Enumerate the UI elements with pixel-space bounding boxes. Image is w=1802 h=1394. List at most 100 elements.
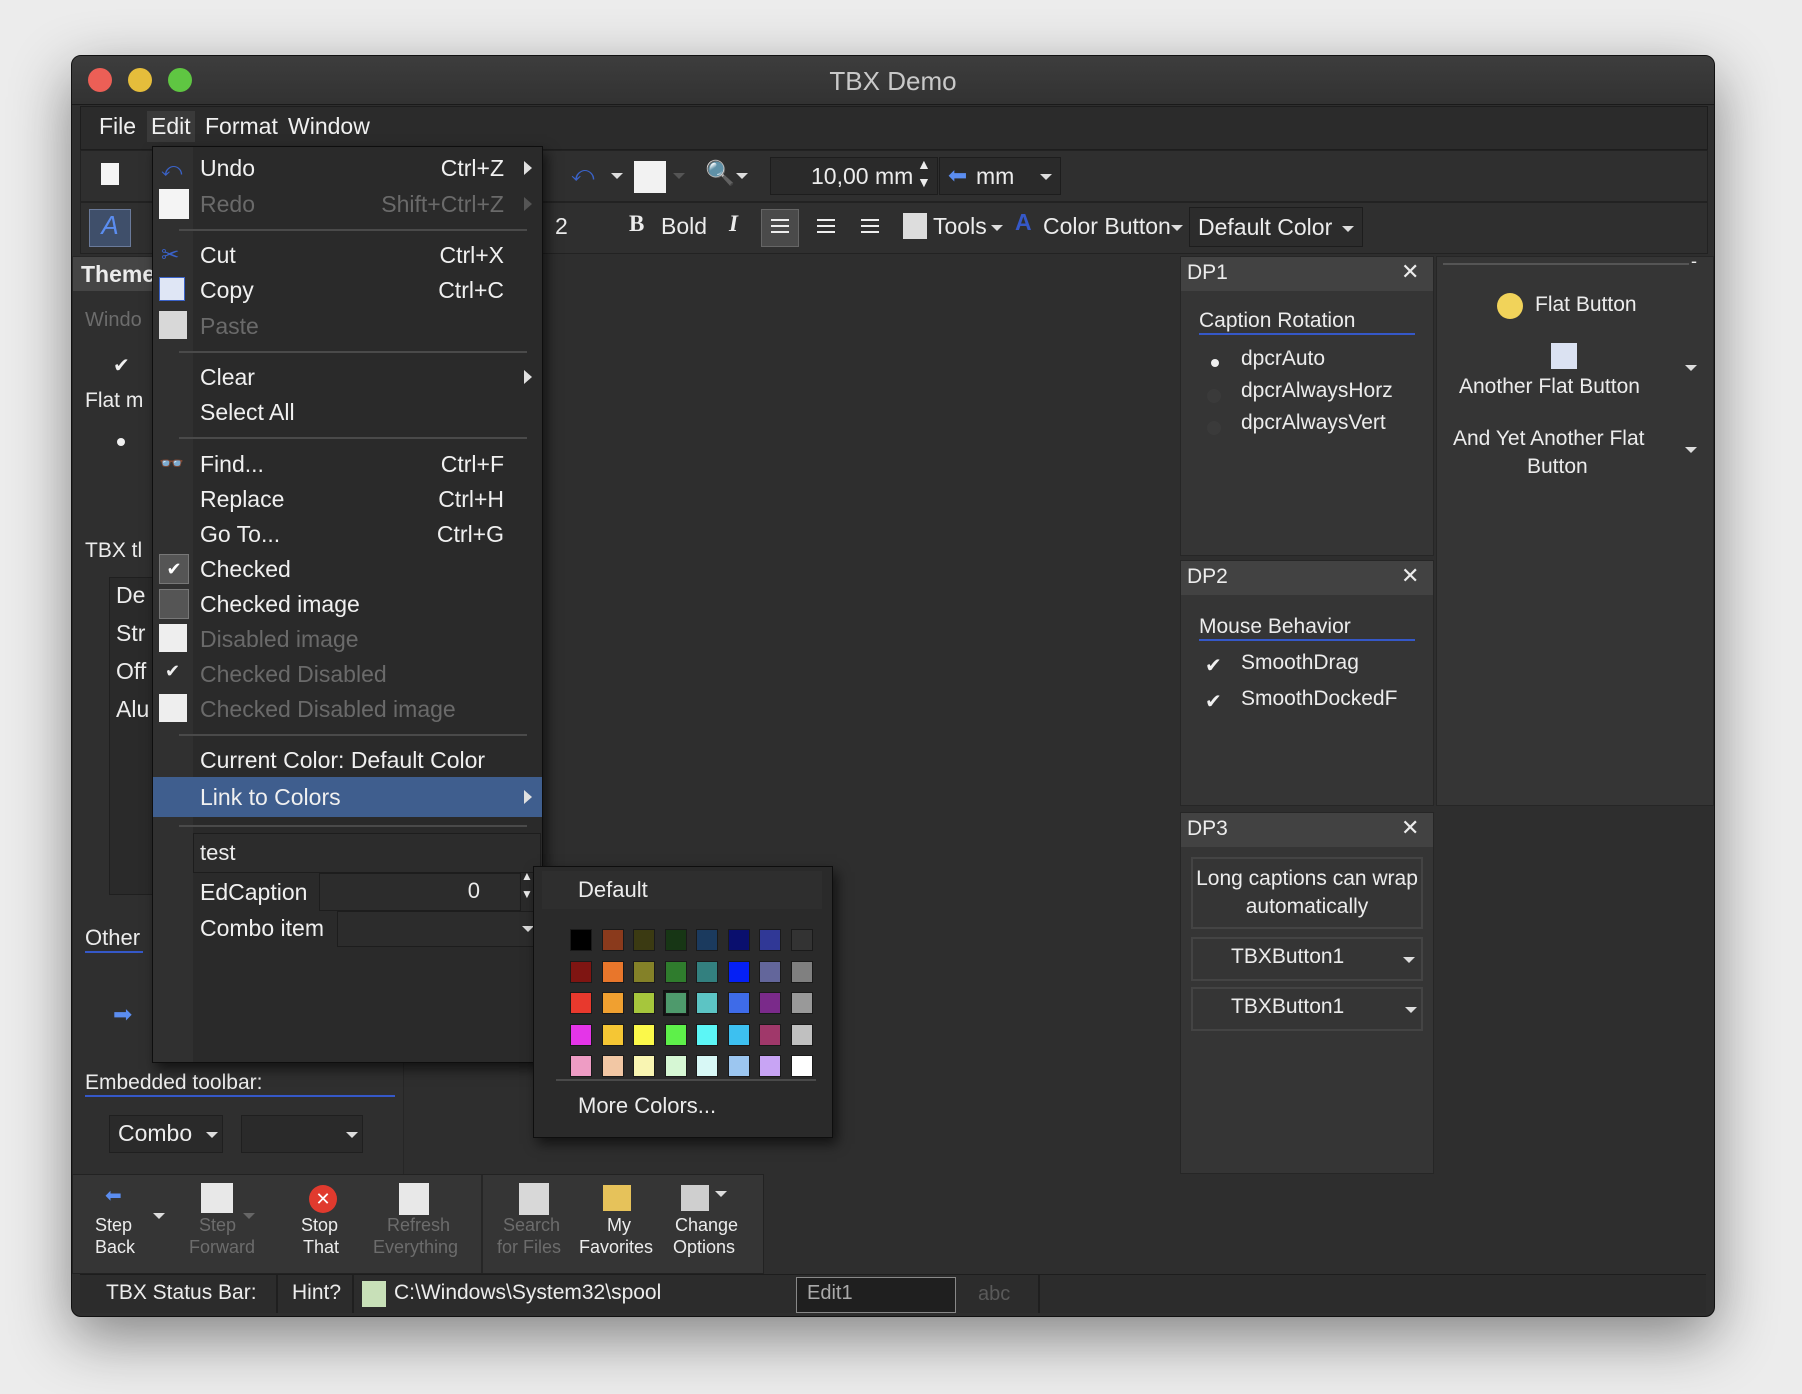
spin-up-icon[interactable]: ▲ <box>521 869 533 883</box>
default-color-combo[interactable]: Default Color <box>1189 207 1363 247</box>
checkbox-checked-icon[interactable]: ✔ <box>1205 653 1222 678</box>
size-spin-field[interactable]: 10,00 mm ▲ ▼ <box>770 156 938 195</box>
flat-button[interactable]: Flat Button <box>1535 293 1637 317</box>
bold-button[interactable]: Bold <box>661 213 707 240</box>
color-swatch[interactable] <box>759 1055 781 1077</box>
menu-item-checked-image[interactable]: Checked image <box>153 585 542 623</box>
color-swatch[interactable] <box>727 1023 750 1046</box>
checkbox-checked-icon[interactable]: ✔ <box>1205 689 1222 714</box>
favorites-label-2[interactable]: Favorites <box>579 1237 653 1258</box>
step-back-label-1[interactable]: Step <box>95 1215 132 1236</box>
long-caption-box[interactable]: Long captions can wrap automatically <box>1191 857 1423 929</box>
color-swatch[interactable] <box>696 1023 718 1046</box>
checkbox-checked-icon[interactable]: ✔ <box>113 353 130 378</box>
tbxbutton1-a-dropdown-icon[interactable] <box>1403 957 1415 963</box>
combo-dropdown-icon[interactable] <box>206 1132 218 1138</box>
menu-item-cut[interactable]: ✂ Cut Ctrl+X <box>153 236 542 274</box>
color-button[interactable]: Color Button <box>1043 213 1171 240</box>
edcaption-spin-field[interactable]: 0 <box>319 873 521 911</box>
color-swatch[interactable] <box>727 960 750 983</box>
align-right-icon[interactable] <box>861 219 879 221</box>
color-swatch[interactable] <box>759 960 781 983</box>
color-swatch[interactable] <box>633 960 655 983</box>
new-document-icon[interactable] <box>101 163 119 185</box>
yet-another-flat-button-1[interactable]: And Yet Another Flat <box>1453 427 1644 451</box>
another-flat-button[interactable]: Another Flat Button <box>1459 375 1640 399</box>
option-smoothdrag[interactable]: SmoothDrag <box>1241 651 1359 675</box>
list-item[interactable]: Str <box>116 620 145 647</box>
combo-item-field[interactable] <box>337 911 539 947</box>
color-swatch[interactable] <box>696 960 718 983</box>
menu-item-select-all[interactable]: Select All <box>153 393 542 431</box>
color-swatch[interactable] <box>570 1023 592 1046</box>
step-back-dropdown-icon[interactable] <box>153 1213 165 1219</box>
list-item[interactable]: De <box>116 582 145 609</box>
menu-item-current-color[interactable]: Current Color: Default Color <box>153 741 542 779</box>
align-center-icon[interactable] <box>817 219 835 221</box>
color-swatch[interactable] <box>727 992 750 1014</box>
option-dpcrauto[interactable]: dpcrAuto <box>1241 347 1325 371</box>
color-swatch[interactable] <box>790 1023 813 1046</box>
color-swatch[interactable] <box>570 992 592 1014</box>
spin-down-icon[interactable]: ▼ <box>917 174 931 190</box>
more-colors-item[interactable]: More Colors... <box>578 1093 716 1119</box>
default-color-dropdown-icon[interactable] <box>1342 226 1354 232</box>
spin-down-icon[interactable]: ▼ <box>521 887 533 901</box>
color-swatch[interactable] <box>664 1055 687 1077</box>
color-swatch[interactable] <box>696 1055 718 1077</box>
options-label-2[interactable]: Options <box>673 1237 735 1258</box>
color-swatch[interactable] <box>601 992 624 1014</box>
undo-icon[interactable]: ⤺ <box>571 161 597 187</box>
color-swatch[interactable] <box>633 992 655 1014</box>
italic-icon[interactable]: I <box>729 211 738 237</box>
list-item[interactable]: Alu <box>116 696 149 723</box>
font-style-icon[interactable]: A <box>89 209 131 247</box>
color-swatch[interactable] <box>790 960 813 983</box>
tbxbutton1-b[interactable]: TBXButton1 <box>1191 987 1423 1031</box>
color-swatch-icon[interactable] <box>634 161 666 193</box>
color-swatch[interactable] <box>570 1055 592 1077</box>
color-swatch[interactable] <box>664 1023 687 1046</box>
menu-edit-field[interactable]: test <box>193 833 541 873</box>
align-left-icon[interactable] <box>761 209 799 247</box>
color-swatch[interactable] <box>727 1055 750 1077</box>
stop-label-2[interactable]: That <box>303 1237 339 1258</box>
favorites-label-1[interactable]: My <box>607 1215 631 1236</box>
yet-another-flat-button-2[interactable]: Button <box>1527 455 1588 479</box>
menu-item-undo[interactable]: ⤺ Undo Ctrl+Z <box>153 149 542 187</box>
tbxbutton1-b-dropdown-icon[interactable] <box>1405 1007 1417 1013</box>
tools-dropdown-icon[interactable] <box>991 225 1003 231</box>
panel-minimize-icon[interactable]: - <box>1691 251 1697 272</box>
menu-item-copy[interactable]: Copy Ctrl+C <box>153 271 542 309</box>
menu-item-goto[interactable]: Go To... Ctrl+G <box>153 515 542 553</box>
color-button-dropdown-icon[interactable] <box>1171 225 1183 231</box>
radio-unselected-icon[interactable] <box>1207 421 1221 435</box>
another-flat-dropdown-icon[interactable] <box>1685 365 1697 371</box>
color-swatch[interactable] <box>633 1023 655 1046</box>
radio-selected-icon[interactable] <box>117 438 125 446</box>
close-icon[interactable]: ✕ <box>1401 815 1419 841</box>
combo-empty-field[interactable] <box>241 1115 363 1153</box>
color-swatch[interactable] <box>790 929 813 951</box>
step-back-label-2[interactable]: Back <box>95 1237 135 1258</box>
change-options-dropdown-icon[interactable] <box>715 1191 727 1197</box>
radio-selected-icon[interactable] <box>1211 359 1219 367</box>
print-preview-icon[interactable]: 🔍 <box>705 159 735 189</box>
options-label-1[interactable]: Change <box>675 1215 738 1236</box>
option-dpcralwaysvert[interactable]: dpcrAlwaysVert <box>1241 411 1386 435</box>
color-default-item[interactable]: Default <box>542 871 822 909</box>
list-item[interactable]: Off <box>116 658 146 685</box>
color-swatch[interactable] <box>790 1055 813 1077</box>
option-smoothdocked[interactable]: SmoothDockedF <box>1241 687 1427 711</box>
menu-item-link-to-colors[interactable]: Link to Colors <box>153 777 542 817</box>
stop-label-1[interactable]: Stop <box>301 1215 338 1236</box>
menu-file[interactable]: File <box>99 113 136 140</box>
color-swatch[interactable] <box>664 929 687 951</box>
close-icon[interactable]: ✕ <box>1401 259 1419 285</box>
combo-empty-dropdown-icon[interactable] <box>346 1132 358 1138</box>
close-icon[interactable]: ✕ <box>1401 563 1419 589</box>
color-swatch[interactable] <box>662 990 689 1016</box>
menu-window[interactable]: Window <box>288 113 370 140</box>
color-swatch[interactable] <box>570 960 592 983</box>
color-swatch[interactable] <box>601 960 624 983</box>
